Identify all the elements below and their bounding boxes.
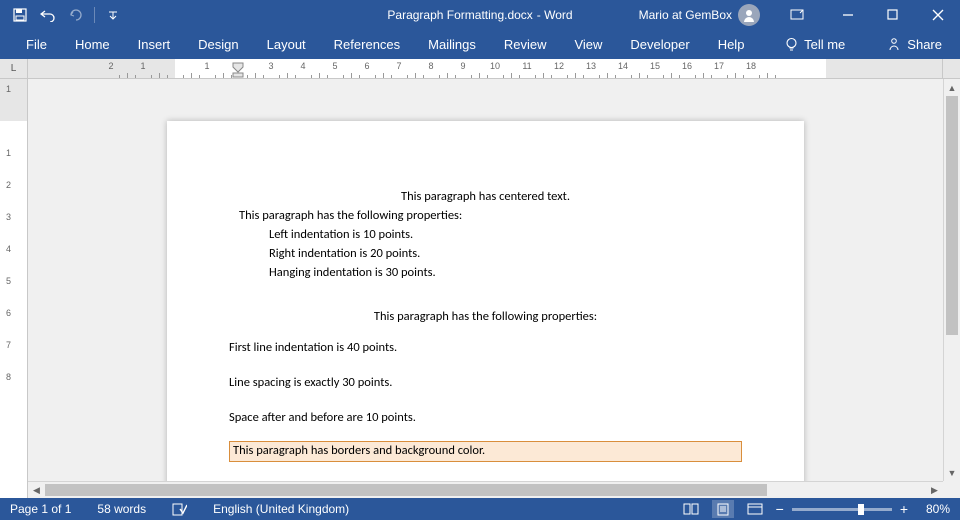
paragraph-bordered[interactable]: This paragraph has borders and backgroun… xyxy=(229,441,742,462)
vertical-scroll-thumb[interactable] xyxy=(946,96,958,335)
quick-access-toolbar xyxy=(0,5,123,25)
tab-layout[interactable]: Layout xyxy=(253,29,320,59)
minimize-button[interactable] xyxy=(825,0,870,29)
scroll-corner xyxy=(943,481,960,498)
vertical-ruler[interactable]: 112345678 xyxy=(0,79,28,498)
scroll-left-icon[interactable]: ◀ xyxy=(28,482,45,498)
app-name: - Word xyxy=(537,8,573,22)
tab-design[interactable]: Design xyxy=(184,29,252,59)
paragraph-properties-heading[interactable]: This paragraph has the following propert… xyxy=(239,208,742,225)
ribbon-tabs: File Home Insert Design Layout Reference… xyxy=(0,29,960,59)
tell-me-search[interactable]: Tell me xyxy=(785,37,845,52)
user-avatar-icon xyxy=(738,4,760,26)
user-account[interactable]: Mario at GemBox xyxy=(639,4,768,26)
ribbon-display-options-icon[interactable] xyxy=(774,0,819,29)
paragraph-hanging-indent[interactable]: Hanging indentation is 30 points. xyxy=(269,265,742,282)
document-name: Paragraph Formatting.docx xyxy=(387,8,532,22)
status-language[interactable]: English (United Kingdom) xyxy=(213,502,349,516)
vertical-scrollbar[interactable]: ▲ ▼ xyxy=(943,79,960,481)
document-page[interactable]: This paragraph has centered text. This p… xyxy=(167,121,804,481)
status-bar: Page 1 of 1 58 words English (United Kin… xyxy=(0,498,960,520)
save-icon[interactable] xyxy=(10,5,30,25)
horizontal-scrollbar[interactable]: ◀ ▶ xyxy=(28,481,943,498)
lightbulb-icon xyxy=(785,37,798,52)
tab-home[interactable]: Home xyxy=(61,29,124,59)
tab-references[interactable]: References xyxy=(320,29,414,59)
share-label: Share xyxy=(907,37,942,52)
zoom-level[interactable]: 80% xyxy=(916,502,950,516)
tab-file[interactable]: File xyxy=(12,29,61,59)
window-controls xyxy=(825,0,960,29)
view-web-layout-icon[interactable] xyxy=(744,500,766,518)
ruler-bar: L 21123456789101112131415161718 xyxy=(0,59,960,79)
redo-icon[interactable] xyxy=(66,5,86,25)
tab-insert[interactable]: Insert xyxy=(124,29,185,59)
zoom-out-button[interactable]: − xyxy=(776,501,784,517)
tab-mailings[interactable]: Mailings xyxy=(414,29,490,59)
maximize-button[interactable] xyxy=(870,0,915,29)
paragraph-spacing[interactable]: Space after and before are 10 points. xyxy=(229,410,742,427)
view-print-layout-icon[interactable] xyxy=(712,500,734,518)
document-scroll-viewport[interactable]: This paragraph has centered text. This p… xyxy=(28,79,943,481)
scroll-right-icon[interactable]: ▶ xyxy=(926,482,943,498)
scroll-down-icon[interactable]: ▼ xyxy=(944,464,960,481)
share-button[interactable]: Share xyxy=(887,37,942,52)
status-proofing[interactable] xyxy=(172,502,187,516)
paragraph-firstline[interactable]: First line indentation is 40 points. xyxy=(229,340,742,357)
proofing-icon xyxy=(172,502,187,516)
undo-icon[interactable] xyxy=(38,5,58,25)
status-page[interactable]: Page 1 of 1 xyxy=(10,502,71,516)
zoom-slider[interactable] xyxy=(792,508,892,511)
editing-area: 112345678 This paragraph has centered te… xyxy=(0,79,960,498)
paragraph-left-indent[interactable]: Left indentation is 10 points. xyxy=(269,227,742,244)
zoom-in-button[interactable]: + xyxy=(900,501,908,517)
view-read-mode-icon[interactable] xyxy=(680,500,702,518)
title-bar: Paragraph Formatting.docx - Word Mario a… xyxy=(0,0,960,29)
paragraph-properties-heading-2[interactable]: This paragraph has the following propert… xyxy=(229,309,742,326)
status-word-count[interactable]: 58 words xyxy=(97,502,146,516)
horizontal-ruler[interactable]: 21123456789101112131415161718 xyxy=(28,59,943,78)
tab-developer[interactable]: Developer xyxy=(616,29,703,59)
tell-me-label: Tell me xyxy=(804,37,845,52)
share-icon xyxy=(887,37,901,51)
paragraph-centered[interactable]: This paragraph has centered text. xyxy=(229,189,742,206)
zoom-slider-knob[interactable] xyxy=(858,504,864,515)
tab-help[interactable]: Help xyxy=(704,29,759,59)
scroll-up-icon[interactable]: ▲ xyxy=(944,79,960,96)
paragraph-linespacing[interactable]: Line spacing is exactly 30 points. xyxy=(229,375,742,392)
document-canvas: This paragraph has centered text. This p… xyxy=(28,79,960,498)
close-button[interactable] xyxy=(915,0,960,29)
tab-selector[interactable]: L xyxy=(0,59,28,78)
horizontal-scroll-thumb[interactable] xyxy=(45,484,767,496)
tab-review[interactable]: Review xyxy=(490,29,561,59)
window-title: Paragraph Formatting.docx - Word xyxy=(387,8,572,22)
tab-view[interactable]: View xyxy=(560,29,616,59)
user-name: Mario at GemBox xyxy=(639,8,732,22)
first-line-indent-marker[interactable] xyxy=(232,62,244,78)
paragraph-right-indent[interactable]: Right indentation is 20 points. xyxy=(269,246,742,263)
qat-divider xyxy=(94,7,95,23)
qat-customize-icon[interactable] xyxy=(103,5,123,25)
